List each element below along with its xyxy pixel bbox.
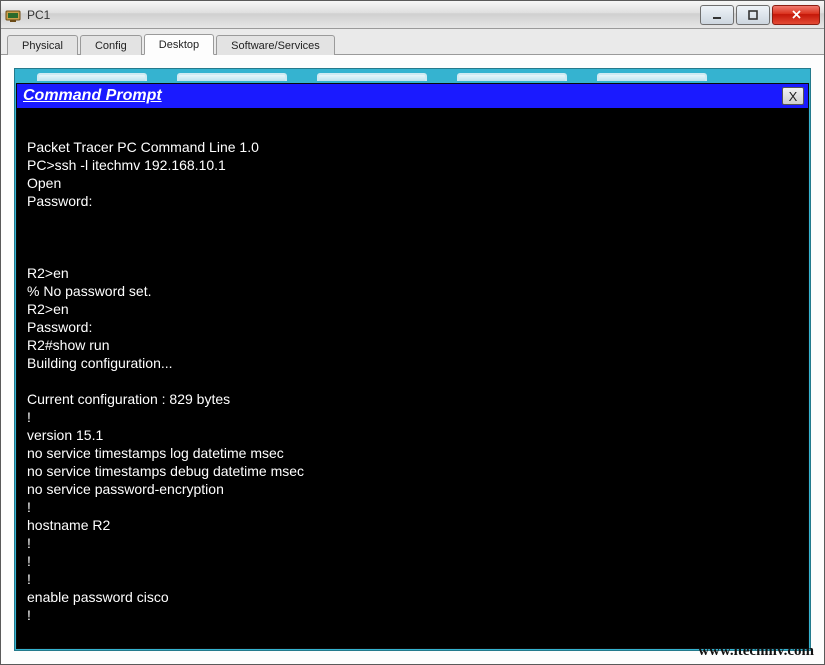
command-prompt-titlebar[interactable]: Command Prompt X [17, 84, 808, 108]
command-prompt-body[interactable]: Packet Tracer PC Command Line 1.0 PC>ssh… [17, 108, 808, 648]
command-prompt-window: Command Prompt X Packet Tracer PC Comman… [16, 83, 809, 649]
minimize-button[interactable] [700, 5, 734, 25]
desktop-shortcut[interactable] [457, 73, 567, 81]
command-prompt-close-button[interactable]: X [782, 87, 804, 105]
tab-label: Desktop [159, 39, 199, 51]
desktop-surface: Command Prompt X Packet Tracer PC Comman… [14, 68, 811, 651]
tab-software-services[interactable]: Software/Services [216, 35, 335, 55]
window-titlebar[interactable]: PC1 [1, 1, 824, 29]
tab-label: Config [95, 40, 127, 52]
tab-strip: Physical Config Desktop Software/Service… [1, 29, 824, 55]
desktop-shortcut[interactable] [177, 73, 287, 81]
tab-label: Software/Services [231, 40, 320, 52]
desktop-shortcut[interactable] [597, 73, 707, 81]
terminal-output[interactable]: Packet Tracer PC Command Line 1.0 PC>ssh… [27, 120, 798, 624]
tab-label: Physical [22, 40, 63, 52]
close-icon [791, 9, 802, 20]
window-controls [698, 5, 820, 25]
app-icon [5, 7, 21, 23]
tab-config[interactable]: Config [80, 35, 142, 55]
desktop-shortcut[interactable] [317, 73, 427, 81]
window-title: PC1 [27, 8, 698, 22]
close-x-label: X [789, 89, 798, 104]
tab-desktop[interactable]: Desktop [144, 34, 214, 55]
tab-physical[interactable]: Physical [7, 35, 78, 55]
desktop-shortcut[interactable] [37, 73, 147, 81]
command-prompt-title: Command Prompt [23, 87, 782, 105]
maximize-icon [748, 10, 758, 20]
application-window: PC1 Physical Config Desktop Software/Ser… [0, 0, 825, 665]
maximize-button[interactable] [736, 5, 770, 25]
minimize-icon [712, 10, 722, 20]
client-area: Command Prompt X Packet Tracer PC Comman… [1, 55, 824, 664]
close-button[interactable] [772, 5, 820, 25]
